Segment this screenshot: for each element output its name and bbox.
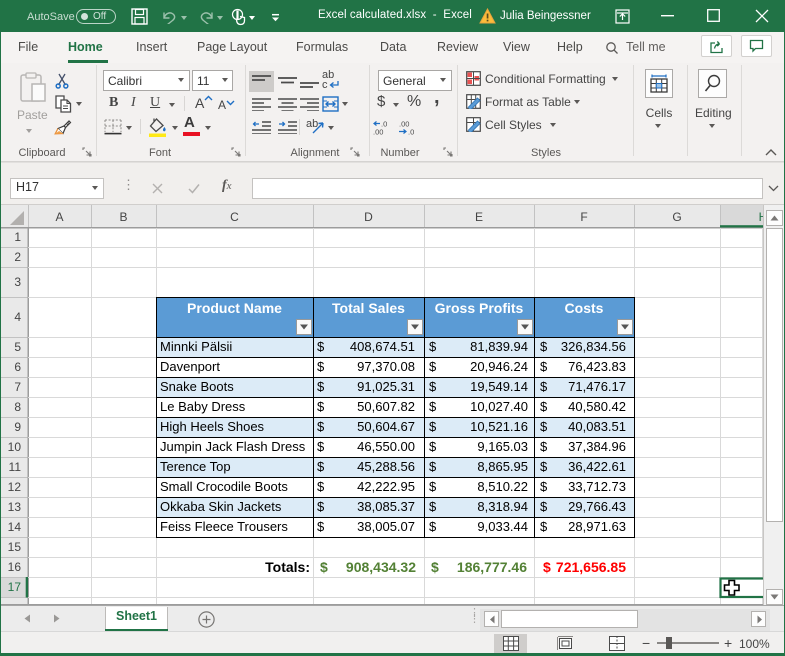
svg-text:.0: .0: [408, 128, 414, 136]
svg-text:.00: .00: [373, 128, 383, 136]
